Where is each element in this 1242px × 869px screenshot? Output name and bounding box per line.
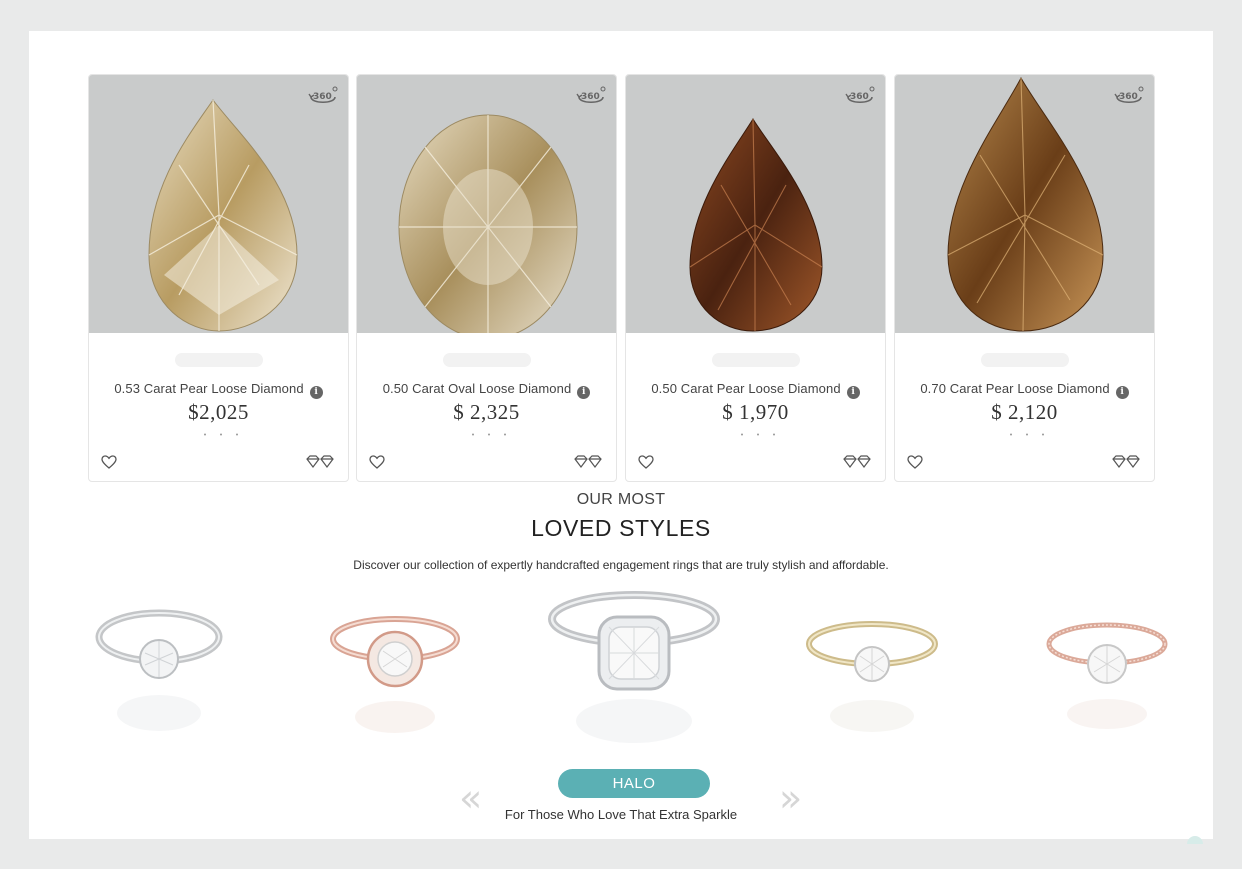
- cushion-halo-ring-icon[interactable]: [545, 589, 723, 755]
- compare-diamonds-icon[interactable]: [574, 455, 602, 469]
- loading-dots: [1010, 433, 1044, 436]
- oval-diamond-image: [398, 114, 578, 333]
- heart-icon[interactable]: [907, 455, 923, 469]
- loading-placeholder: [712, 353, 800, 367]
- diamond-price: $ 1,970: [722, 400, 789, 424]
- section-eyebrow: OUR MOST: [576, 491, 666, 508]
- diamond-photo[interactable]: 360: [895, 75, 1154, 333]
- diamond-title[interactable]: 0.50 Carat Pear Loose Diamond i: [626, 381, 885, 399]
- loading-placeholder: [981, 353, 1069, 367]
- compare-diamonds-icon[interactable]: [1112, 455, 1140, 469]
- 360-view-icon[interactable]: 360: [576, 85, 606, 107]
- diamond-title[interactable]: 0.50 Carat Oval Loose Diamond i: [357, 381, 616, 399]
- section-heading: LOVED STYLES: [531, 515, 711, 541]
- info-icon[interactable]: i: [577, 386, 591, 399]
- diamond-card-row: 360 0.53 Carat Pear Loose Diamond i $2,02…: [88, 74, 1155, 482]
- style-category-pill[interactable]: HALO: [558, 769, 710, 798]
- 360-view-icon[interactable]: 360: [308, 85, 338, 107]
- pear-diamond-image: [689, 118, 823, 332]
- twist-ring-icon[interactable]: [93, 603, 225, 743]
- diamond-photo[interactable]: 360: [357, 75, 616, 333]
- diamond-photo[interactable]: 360: [89, 75, 348, 333]
- loading-dots: [204, 433, 238, 436]
- loading-placeholder: [443, 353, 531, 367]
- diamond-title[interactable]: 0.70 Carat Pear Loose Diamond i: [895, 381, 1154, 399]
- info-icon[interactable]: i: [1115, 386, 1129, 399]
- 360-view-icon[interactable]: 360: [1114, 85, 1144, 107]
- floral-halo-ring-icon[interactable]: [328, 609, 463, 745]
- solitaire-ring-icon[interactable]: [803, 616, 941, 742]
- pave-ring-icon[interactable]: [1044, 616, 1171, 738]
- 360-view-icon[interactable]: 360: [845, 85, 875, 107]
- diamond-title[interactable]: 0.53 Carat Pear Loose Diamond i: [89, 381, 348, 399]
- diamond-card[interactable]: 360 0.50 Carat Pear Loose Diamond i $ 1,9…: [625, 74, 886, 482]
- loading-dots: [741, 433, 775, 436]
- heart-icon[interactable]: [369, 455, 385, 469]
- diamond-card[interactable]: 360 0.70 Carat Pear Loose Diamond i $ 2,1…: [894, 74, 1155, 482]
- compare-diamonds-icon[interactable]: [843, 455, 871, 469]
- compare-diamonds-icon[interactable]: [306, 455, 334, 469]
- diamond-price: $ 2,325: [453, 400, 520, 424]
- page: 360 0.53 Carat Pear Loose Diamond i $2,02…: [29, 31, 1213, 839]
- section-description: Discover our collection of expertly hand…: [353, 558, 889, 572]
- loading-placeholder: [175, 353, 263, 367]
- heart-icon[interactable]: [638, 455, 654, 469]
- style-tagline: For Those Who Love That Extra Sparkle: [504, 807, 738, 822]
- pear-diamond-image: [947, 76, 1104, 332]
- loading-dots: [472, 433, 506, 436]
- info-icon[interactable]: i: [309, 386, 323, 399]
- diamond-card[interactable]: 360 0.50 Carat Oval Loose Diamond i $ 2,3…: [356, 74, 617, 482]
- diamond-price: $ 2,120: [991, 400, 1058, 424]
- diamond-card[interactable]: 360 0.53 Carat Pear Loose Diamond i $2,02…: [88, 74, 349, 482]
- diamond-price: $2,025: [188, 400, 249, 424]
- diamond-photo[interactable]: 360: [626, 75, 885, 333]
- info-icon[interactable]: i: [846, 386, 860, 399]
- pear-diamond-image: [148, 99, 298, 332]
- heart-icon[interactable]: [101, 455, 117, 469]
